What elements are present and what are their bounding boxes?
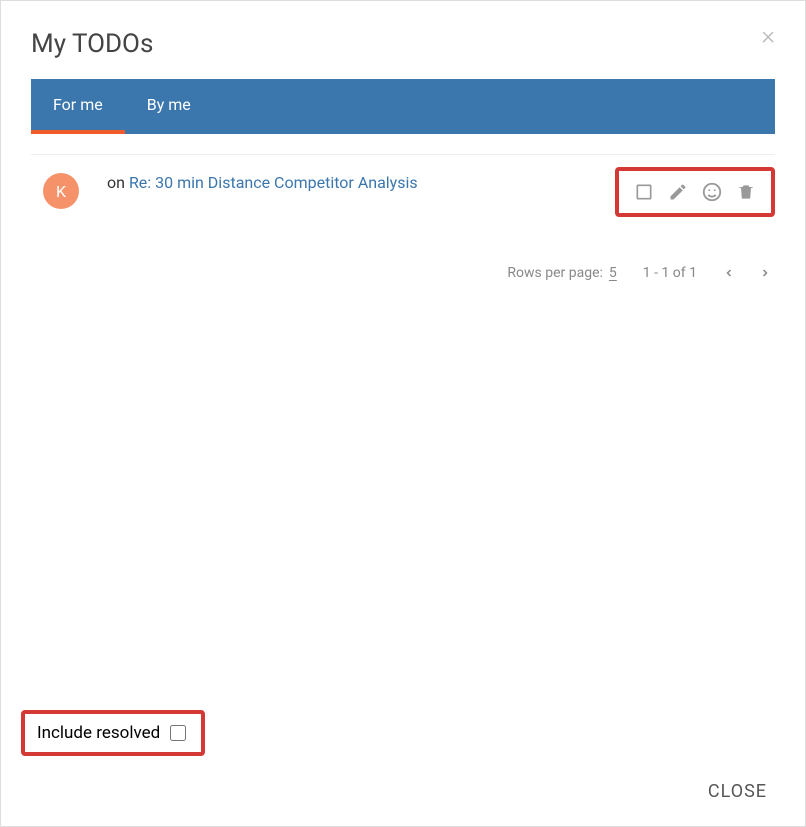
rows-per-page-label: Rows per page: — [507, 265, 602, 281]
include-resolved-label: Include resolved — [37, 723, 160, 743]
rows-per-page: Rows per page: 5 — [507, 265, 616, 281]
emoji-icon[interactable] — [701, 181, 723, 203]
prev-page-icon[interactable] — [723, 267, 735, 279]
close-button[interactable]: CLOSE — [708, 781, 767, 802]
row-actions-highlight — [615, 167, 775, 217]
tabbar: For me By me — [31, 79, 775, 134]
dialog-content: K on Re: 30 min Distance Competitor Anal… — [1, 134, 805, 761]
on-prefix: on — [107, 173, 129, 192]
next-page-icon[interactable] — [759, 267, 771, 279]
dialog-header: My TODOs × — [1, 1, 805, 79]
page-range: 1 - 1 of 1 — [643, 265, 697, 281]
include-resolved-checkbox[interactable] — [170, 725, 186, 741]
dialog-title: My TODOs — [31, 29, 153, 59]
checkbox-icon[interactable] — [633, 181, 655, 203]
tab-by-me[interactable]: By me — [125, 79, 213, 134]
todo-row: K on Re: 30 min Distance Competitor Anal… — [31, 154, 775, 235]
todo-link[interactable]: Re: 30 min Distance Competitor Analysis — [129, 173, 418, 192]
edit-icon[interactable] — [667, 181, 689, 203]
todos-dialog: My TODOs × For me By me K on Re: 30 min … — [0, 0, 806, 827]
trash-icon[interactable] — [735, 181, 757, 203]
page-arrows — [723, 267, 771, 279]
dialog-footer: CLOSE — [1, 761, 805, 826]
include-resolved-highlight: Include resolved — [21, 710, 205, 756]
pagination: Rows per page: 5 1 - 1 of 1 — [31, 235, 775, 281]
rows-per-page-value[interactable]: 5 — [609, 265, 617, 281]
close-icon[interactable]: × — [761, 23, 775, 49]
tab-for-me[interactable]: For me — [31, 79, 125, 134]
todo-text: on Re: 30 min Distance Competitor Analys… — [107, 173, 615, 194]
avatar: K — [43, 173, 79, 209]
